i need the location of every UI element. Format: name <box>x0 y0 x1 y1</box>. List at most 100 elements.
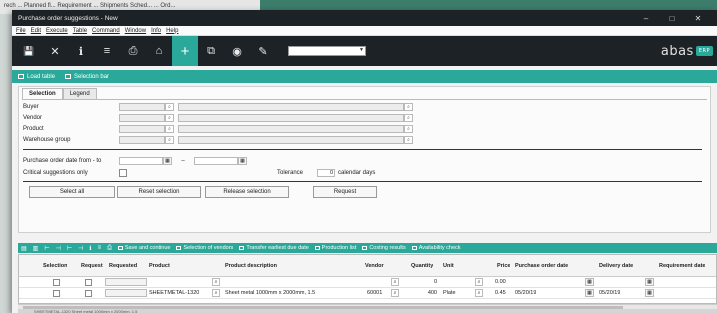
table-icon[interactable]: ▤ <box>21 245 27 252</box>
print-icon[interactable]: ⎙ <box>120 36 146 66</box>
home-icon[interactable]: ⌂ <box>146 36 172 66</box>
search-icon[interactable]: ⌕ <box>165 136 174 144</box>
minimize-button[interactable]: – <box>633 14 659 23</box>
previous-row-icon[interactable]: ⊣ <box>56 245 61 252</box>
costing-results-link[interactable]: Costing results <box>362 245 406 251</box>
next-row-icon[interactable]: ⊢ <box>67 245 72 252</box>
row-quantity[interactable]: 400 <box>419 288 437 298</box>
tab-selection[interactable]: Selection <box>22 88 63 99</box>
menu-command[interactable]: Command <box>92 28 120 34</box>
menu-help[interactable]: Help <box>166 28 178 34</box>
new-plus-icon[interactable]: + <box>172 36 198 66</box>
calendar-icon[interactable]: ▦ <box>163 157 172 165</box>
search-icon[interactable]: ⌕ <box>475 289 483 297</box>
toolbar-dropdown[interactable]: ▼ <box>288 46 366 56</box>
print-icon[interactable]: ⎙ <box>107 245 112 252</box>
list-icon[interactable]: ≡ <box>98 245 102 251</box>
row-request-checkbox[interactable] <box>85 288 92 298</box>
menu-execute[interactable]: Execute <box>46 28 68 34</box>
date-to-field[interactable] <box>194 157 238 165</box>
last-row-icon[interactable]: ⊣ <box>78 245 83 252</box>
checkbox[interactable] <box>53 278 60 286</box>
warehouse-group-field[interactable] <box>119 136 165 144</box>
release-selection-button[interactable]: Release selection <box>205 186 289 198</box>
row-product-search[interactable]: ⌕ <box>212 288 220 298</box>
row-delivery-date[interactable]: 05/20/19 <box>599 288 620 298</box>
production-list-link[interactable]: Production list <box>314 245 356 251</box>
calendar-icon[interactable]: ▦ <box>585 278 594 286</box>
close-window-button[interactable]: ✕ <box>685 14 711 23</box>
row-selection-checkbox[interactable] <box>53 277 60 287</box>
close-icon[interactable]: ✕ <box>42 36 68 66</box>
row-request-checkbox[interactable] <box>85 277 92 287</box>
row-unit-search[interactable]: ⌕ <box>475 288 483 298</box>
row-price[interactable]: 0.45 <box>495 288 506 298</box>
search-icon[interactable]: ⌕ <box>404 136 413 144</box>
list-icon[interactable]: ≡ <box>94 36 120 66</box>
search-icon[interactable]: ⌕ <box>165 125 174 133</box>
row-po-date-calendar[interactable]: ▦ <box>585 288 594 298</box>
info-icon[interactable]: ℹ <box>89 245 91 252</box>
selection-bar-link[interactable]: Selection bar <box>65 74 109 80</box>
row-vendor-search[interactable]: ⌕ <box>391 288 399 298</box>
row-description[interactable]: Sheet metal 1000mm x 2000mm, 1.5 <box>225 288 361 298</box>
vendor-name-field[interactable] <box>178 114 404 122</box>
row-price[interactable]: 0.00 <box>495 277 506 287</box>
buyer-field[interactable] <box>119 103 165 111</box>
buyer-name-field[interactable] <box>178 103 404 111</box>
product-name-field[interactable] <box>178 125 404 133</box>
product-field[interactable] <box>119 125 165 133</box>
select-all-button[interactable]: Select all <box>29 186 115 198</box>
row-delivery-date-calendar[interactable]: ▦ <box>645 288 654 298</box>
search-icon[interactable]: ⌕ <box>475 278 483 286</box>
request-button[interactable]: Request <box>313 186 377 198</box>
info-icon[interactable]: ℹ <box>68 36 94 66</box>
vendor-field[interactable] <box>119 114 165 122</box>
search-icon[interactable]: ⌕ <box>212 289 220 297</box>
availability-check-link[interactable]: Availability check <box>411 245 461 251</box>
menu-file[interactable]: File <box>16 28 26 34</box>
calendar-icon[interactable]: ▦ <box>645 289 654 297</box>
tab-legend[interactable]: Legend <box>62 88 97 99</box>
calendar-icon[interactable]: ▦ <box>585 289 594 297</box>
selection-vendors-link[interactable]: Selection of vendors <box>176 245 233 251</box>
copy-icon[interactable]: ⧉ <box>198 36 224 66</box>
search-icon[interactable]: ⌕ <box>391 278 399 286</box>
edit-pencil-icon[interactable]: ✎ <box>250 36 276 66</box>
row-product-search[interactable]: ⌕ <box>212 277 220 287</box>
table-icon[interactable]: ▥ <box>33 245 39 252</box>
table-row[interactable]: SHEETMETAL-1320 ⌕ Sheet metal 1000mm x 2… <box>19 288 716 299</box>
save-continue-link[interactable]: Save and continue <box>117 245 170 251</box>
search-icon[interactable]: ⌕ <box>404 103 413 111</box>
save-icon[interactable]: 💾 <box>16 36 42 66</box>
table-row[interactable]: ⌕ ⌕ 0 ⌕ 0.00 ▦ ▦ <box>19 277 716 288</box>
search-icon[interactable]: ⌕ <box>165 114 174 122</box>
row-delivery-date-calendar[interactable]: ▦ <box>645 277 654 287</box>
search-icon[interactable]: ⌕ <box>212 278 220 286</box>
row-po-date[interactable]: 05/20/19 <box>515 288 536 298</box>
first-row-icon[interactable]: ⊢ <box>44 245 49 252</box>
row-product[interactable]: SHEETMETAL-1320 <box>149 288 211 298</box>
load-table-link[interactable]: Load table <box>18 74 55 80</box>
view-eye-icon[interactable]: ◉ <box>224 36 250 66</box>
row-unit-search[interactable]: ⌕ <box>475 277 483 287</box>
calendar-icon[interactable]: ▦ <box>645 278 654 286</box>
maximize-button[interactable]: □ <box>659 14 685 23</box>
search-icon[interactable]: ⌕ <box>391 289 399 297</box>
search-icon[interactable]: ⌕ <box>404 114 413 122</box>
tolerance-field[interactable]: 0 <box>317 169 335 177</box>
checkbox[interactable] <box>85 278 92 286</box>
date-from-field[interactable] <box>119 157 163 165</box>
calendar-icon[interactable]: ▦ <box>238 157 247 165</box>
reset-selection-button[interactable]: Reset selection <box>117 186 201 198</box>
row-selection-checkbox[interactable] <box>53 288 60 298</box>
transfer-due-date-link[interactable]: Transfer earliest due date <box>239 245 309 251</box>
search-icon[interactable]: ⌕ <box>165 103 174 111</box>
search-icon[interactable]: ⌕ <box>404 125 413 133</box>
row-unit[interactable]: Plate <box>443 288 456 298</box>
menu-window[interactable]: Window <box>125 28 146 34</box>
menu-edit[interactable]: Edit <box>31 28 41 34</box>
row-vendor[interactable]: 60001 <box>367 288 382 298</box>
menu-info[interactable]: Info <box>151 28 161 34</box>
checkbox[interactable] <box>53 289 60 297</box>
